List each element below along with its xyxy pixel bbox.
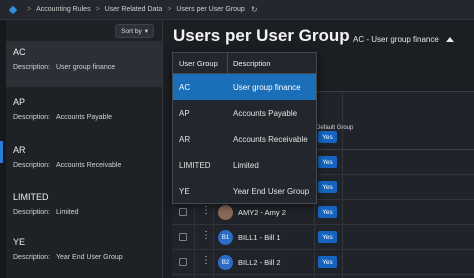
group-item-ye[interactable]: YE Description: Year End User Group <box>6 231 162 277</box>
breadcrumb-accounting-rules[interactable]: Accounting Rules <box>36 6 90 13</box>
breadcrumb-separator: > <box>167 6 172 13</box>
breadcrumb: > Accounting Rules > User Related Data >… <box>22 6 245 13</box>
default-yes-badge: Yes <box>318 231 337 243</box>
row-checkbox[interactable] <box>179 208 187 216</box>
default-yes-badge: Yes <box>318 131 337 143</box>
breadcrumb-bar: > Accounting Rules > User Related Data >… <box>0 0 474 20</box>
group-item-ac[interactable]: AC Description: User group finance <box>6 41 162 87</box>
description-label: Description: <box>13 162 50 169</box>
group-list-panel: Sort by ▾ AC Description: User group fina… <box>0 21 163 278</box>
dropdown-option-limited[interactable]: LIMITED Limited <box>173 152 316 178</box>
option-description: Limited <box>233 161 259 170</box>
description-value: Accounts Payable <box>55 114 113 121</box>
sort-row: Sort by ▾ <box>0 21 162 41</box>
group-description: Description: Year End User Group <box>13 254 162 261</box>
group-item-limited[interactable]: LIMITED Description: Limited <box>6 186 162 232</box>
more-options-icon[interactable]: ⋮ <box>201 205 211 216</box>
sort-by-button[interactable]: Sort by ▾ <box>115 24 154 38</box>
description-value: Accounts Receivable <box>55 162 122 169</box>
header-divider <box>227 53 228 74</box>
description-label: Description: <box>13 254 50 261</box>
avatar: B1 <box>218 230 233 245</box>
dropdown-option-ap[interactable]: AP Accounts Payable <box>173 100 316 126</box>
dropdown-header-description: Description <box>233 59 271 68</box>
description-label: Description: <box>13 209 50 216</box>
default-yes-badge: Yes <box>318 206 337 218</box>
chevron-down-icon: ▾ <box>144 28 148 35</box>
option-description: Accounts Receivable <box>233 135 308 144</box>
breadcrumb-users-per-user-group[interactable]: Users per User Group <box>176 6 244 13</box>
dropdown-header-user-group: User Group <box>179 59 218 68</box>
default-yes-badge: Yes <box>318 181 337 193</box>
home-icon[interactable] <box>8 5 18 14</box>
avatar <box>218 205 233 220</box>
group-code: AC <box>13 47 26 57</box>
option-code: AP <box>179 109 190 118</box>
description-label: Description: <box>13 64 50 71</box>
more-options-icon[interactable]: ⋮ <box>201 255 211 266</box>
user-name: BILL1 - Bill 1 <box>238 233 281 242</box>
group-selector[interactable]: AC - User group finance <box>353 35 454 44</box>
refresh-icon[interactable]: ↻ <box>251 5 258 14</box>
sort-by-label: Sort by <box>121 27 142 35</box>
group-description: Description: User group finance <box>13 64 162 71</box>
user-name: AMY2 - Amy 2 <box>238 208 286 217</box>
option-code: YE <box>179 187 190 196</box>
option-code: LIMITED <box>179 161 211 170</box>
description-value: Limited <box>55 209 79 216</box>
table-row[interactable]: ⋮ B1 BILL1 - Bill 1 Yes <box>172 225 474 250</box>
active-marker <box>0 141 3 163</box>
option-code: AC <box>179 83 191 92</box>
default-yes-badge: Yes <box>318 256 337 268</box>
group-code: AP <box>13 97 26 107</box>
more-options-icon[interactable]: ⋮ <box>201 230 211 241</box>
breadcrumb-user-related-data[interactable]: User Related Data <box>105 6 163 13</box>
selected-group-label: AC - User group finance <box>353 35 439 44</box>
option-code: AR <box>179 135 191 144</box>
user-group-dropdown[interactable]: User Group Description AC User group fin… <box>172 52 317 204</box>
group-item-ap[interactable]: AP Description: Accounts Payable <box>6 91 162 137</box>
group-code: LIMITED <box>13 192 49 202</box>
group-code: AR <box>13 145 26 155</box>
row-checkbox[interactable] <box>179 258 187 266</box>
breadcrumb-separator: > <box>95 6 100 13</box>
option-description: User group finance <box>233 83 301 92</box>
dropdown-option-ye[interactable]: YE Year End User Group <box>173 178 316 204</box>
group-code: YE <box>13 237 26 247</box>
table-row[interactable]: ⋮ B2 BILL2 - Bill 2 Yes <box>172 250 474 275</box>
group-description: Description: Limited <box>13 209 162 216</box>
group-description: Description: Accounts Payable <box>13 114 162 121</box>
description-value: User group finance <box>55 64 116 71</box>
dropdown-option-ac[interactable]: AC User group finance <box>173 74 316 100</box>
description-value: Year End User Group <box>55 254 123 261</box>
description-label: Description: <box>13 114 50 121</box>
dropdown-header: User Group Description <box>173 53 316 74</box>
row-checkbox[interactable] <box>179 233 187 241</box>
group-description: Description: Accounts Receivable <box>13 162 162 169</box>
default-yes-badge: Yes <box>318 156 337 168</box>
page-title: Users per User Group <box>173 26 350 45</box>
group-item-ar[interactable]: AR Description: Accounts Receivable <box>6 139 162 185</box>
option-description: Accounts Payable <box>233 109 298 118</box>
dropdown-option-ar[interactable]: AR Accounts Receivable <box>173 126 316 152</box>
caret-up-icon <box>445 37 454 42</box>
breadcrumb-separator: > <box>27 6 32 13</box>
avatar: B2 <box>218 255 233 270</box>
option-description: Year End User Group <box>233 187 310 196</box>
user-name: BILL2 - Bill 2 <box>238 258 281 267</box>
